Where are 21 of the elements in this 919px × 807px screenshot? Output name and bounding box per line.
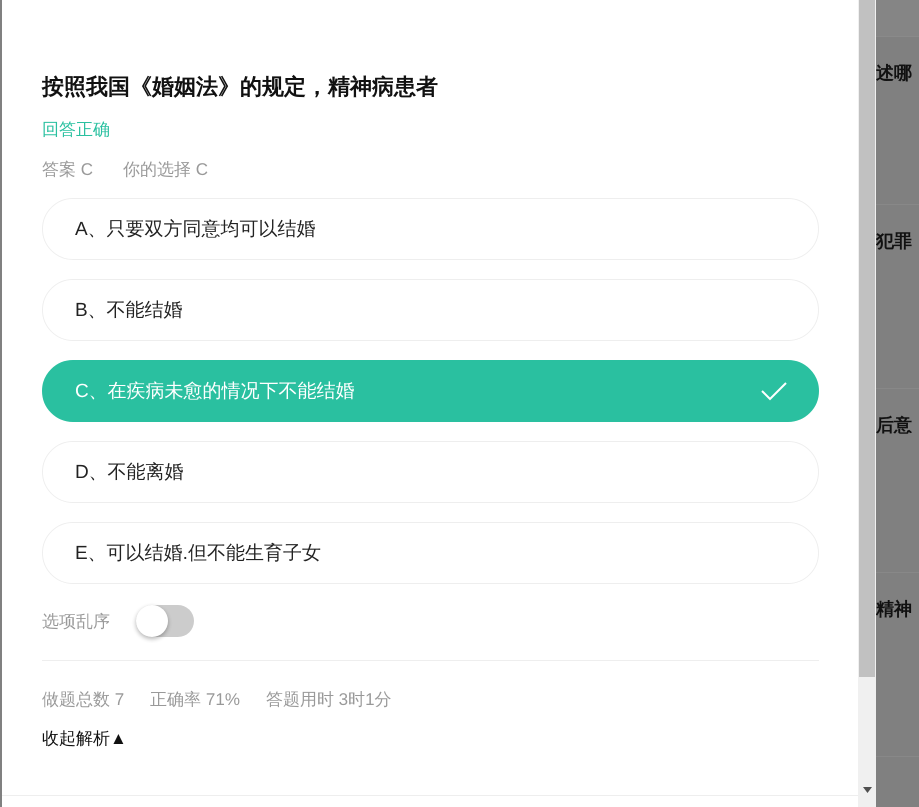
question-title: 述哪 <box>876 63 912 83</box>
answer-option[interactable]: D、不能离婚 <box>42 441 819 503</box>
collapse-analysis-link[interactable]: 收起解析▲ <box>42 727 127 751</box>
list-row[interactable]: 后意 <box>876 389 919 573</box>
correct-answer: 答案 C <box>42 159 93 181</box>
stat-text: 答题用时 3时1分 <box>266 689 392 711</box>
stat-text: 做题总数 7 <box>42 689 124 711</box>
question-title: 后意 <box>876 415 912 435</box>
toggle-switch[interactable] <box>136 605 194 637</box>
toggle-label: 选项乱序 <box>42 610 110 632</box>
scroll-down-icon[interactable] <box>862 787 872 793</box>
check-icon <box>760 380 788 402</box>
scrollbar-thumb[interactable] <box>859 0 875 677</box>
stat-text: 正确率 71% <box>150 689 240 711</box>
answer-option[interactable]: E、可以结婚.但不能生育子女 <box>42 522 819 584</box>
answer-option[interactable]: A、只要双方同意均可以结婚 <box>42 198 819 260</box>
answer-option[interactable]: B、不能结婚 <box>42 279 819 341</box>
result-text: 回答正确 <box>42 119 111 141</box>
question-title: 按照我国《婚姻法》的规定，精神病患者 <box>42 73 439 101</box>
your-choice: 你的选择 C <box>123 159 208 181</box>
list-row[interactable]: 述哪 <box>876 37 919 205</box>
